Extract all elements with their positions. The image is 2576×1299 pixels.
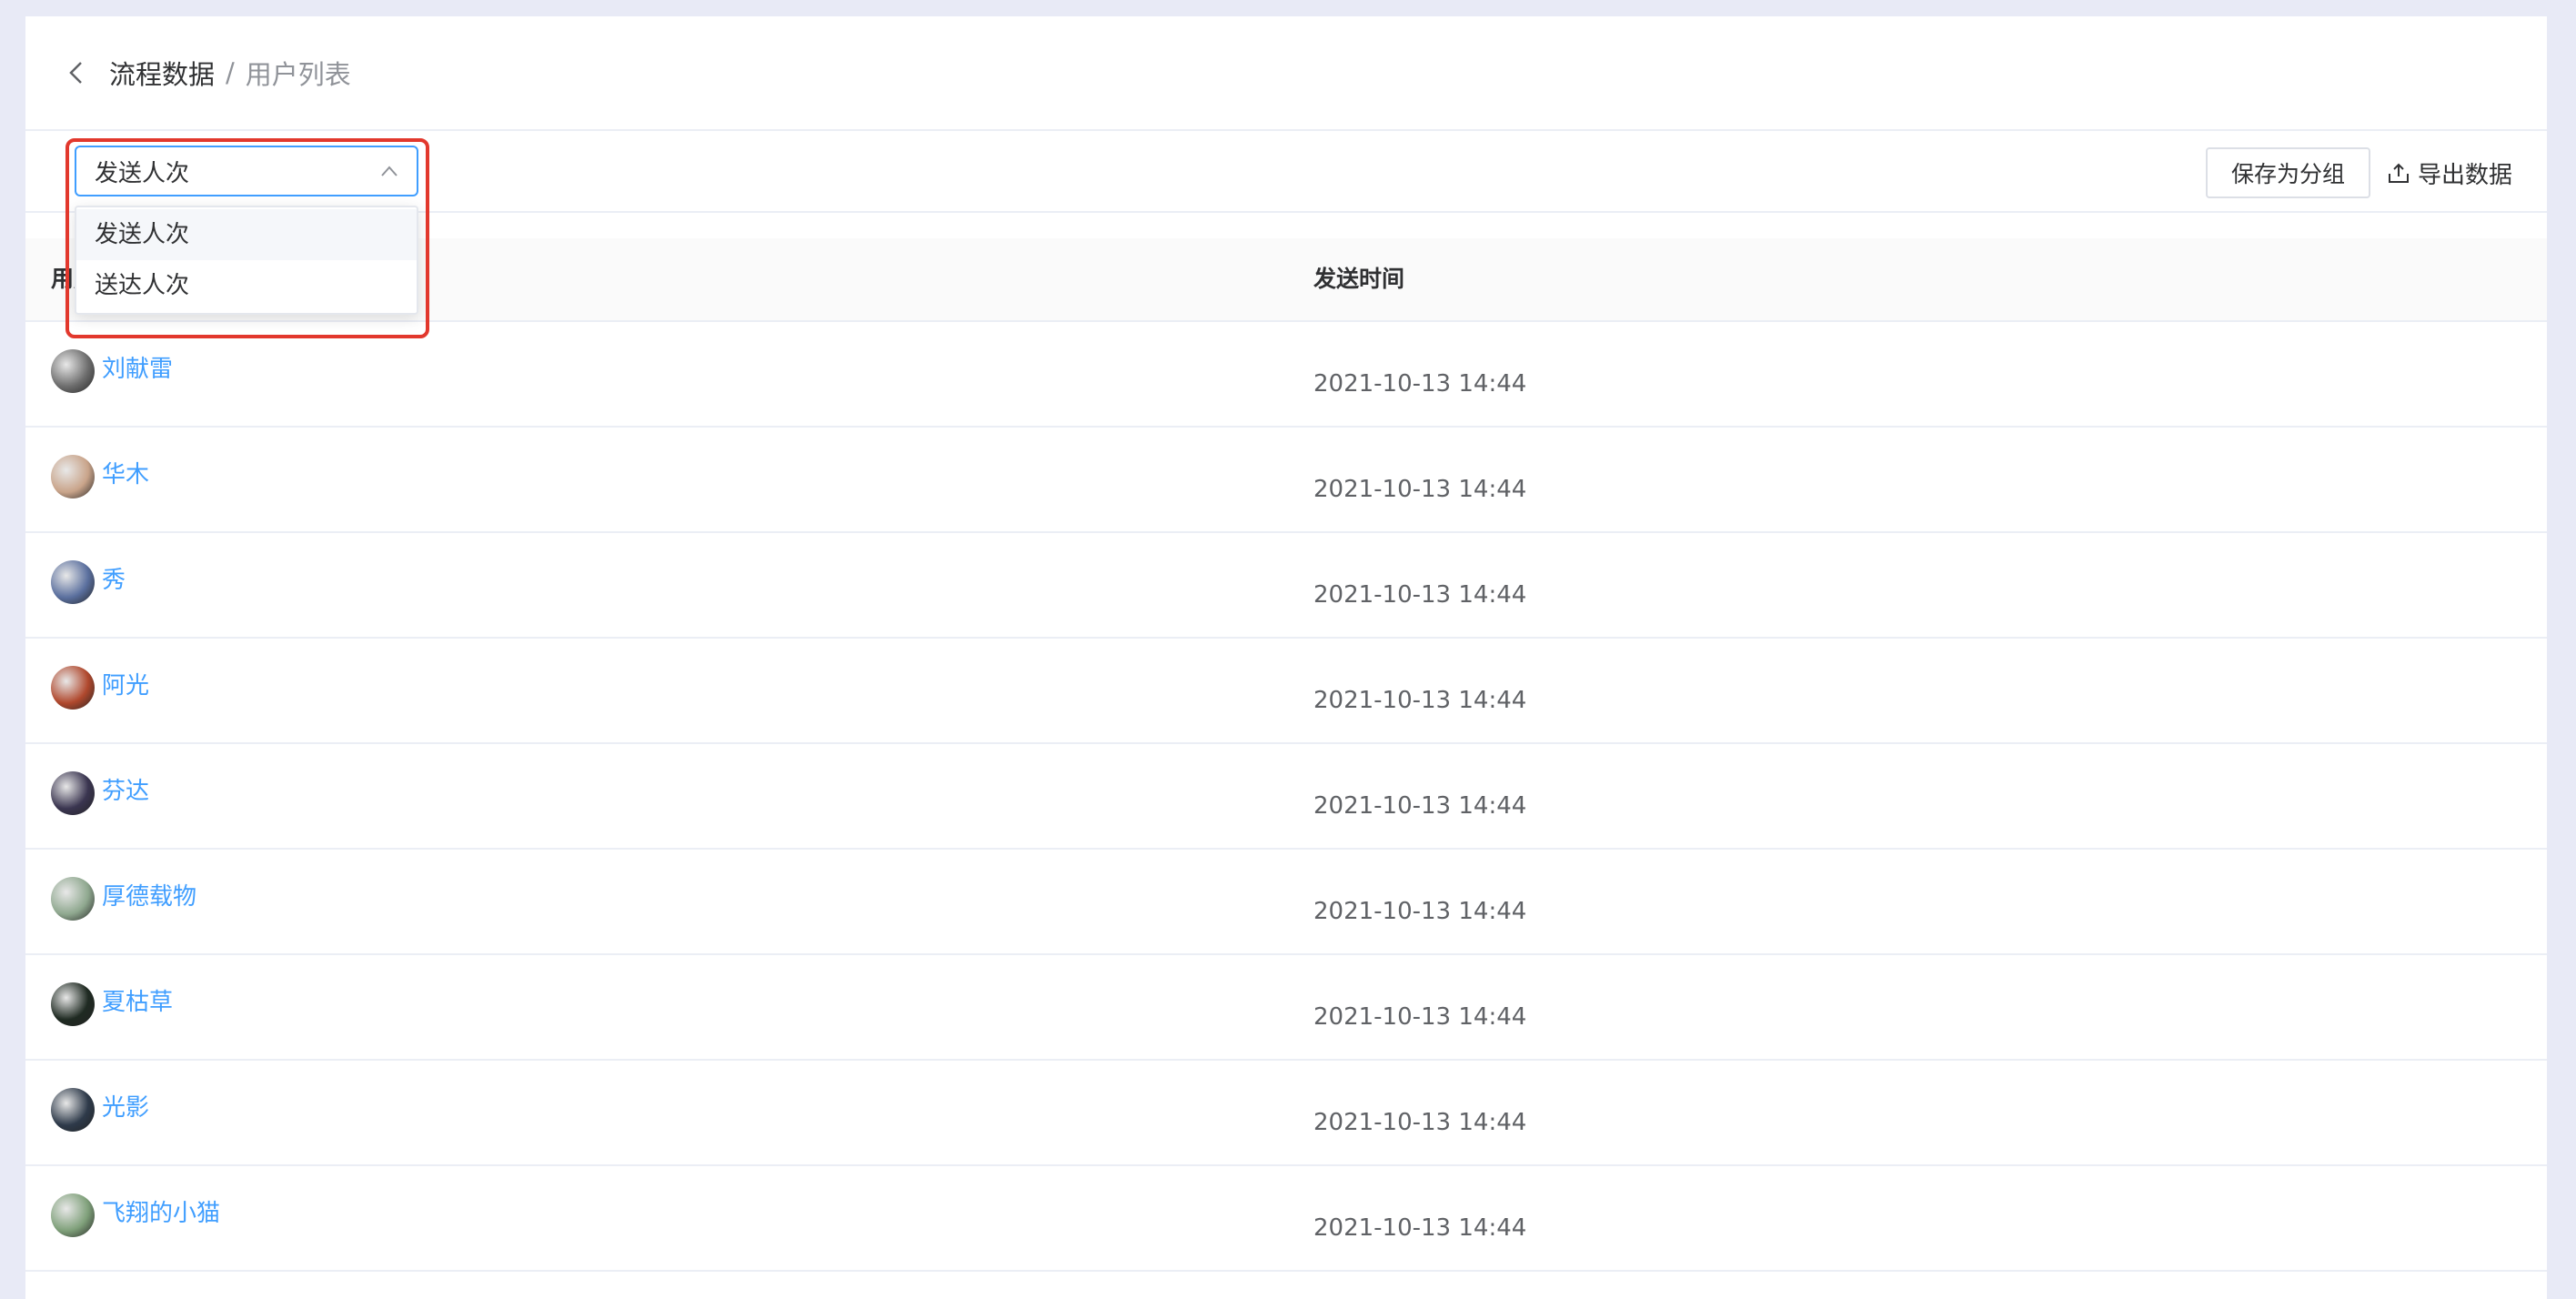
chevron-left-icon xyxy=(69,62,82,84)
avatar xyxy=(51,982,95,1026)
avatar xyxy=(51,455,95,498)
export-data-label: 导出数据 xyxy=(2417,161,2512,189)
send-time: 2021-10-13 14:44 xyxy=(1313,370,1527,398)
user-name-link[interactable]: 刘献雷 xyxy=(102,351,173,388)
send-time: 2021-10-13 14:44 xyxy=(1313,1003,1527,1031)
user-name-link[interactable]: 芬达 xyxy=(102,773,149,810)
send-time: 2021-10-13 14:44 xyxy=(1313,581,1527,609)
breadcrumb-current[interactable]: 流程数据 xyxy=(109,54,215,92)
avatar xyxy=(51,1193,95,1237)
avatar xyxy=(51,560,95,604)
table-row: 秀 2021-10-13 14:44 xyxy=(25,533,2547,639)
main-panel: 流程数据 / 用户列表 发送人次 保存为分组 导出数据 用户 发送时间 刘献雷 2… xyxy=(25,16,2547,1299)
send-time: 2021-10-13 14:44 xyxy=(1313,898,1527,925)
dropdown-option-delivered-count[interactable]: 送达人次 xyxy=(76,260,417,311)
breadcrumb-page: 用户列表 xyxy=(245,59,351,90)
table-row: 夏枯草 2021-10-13 14:44 xyxy=(25,955,2547,1061)
toolbar: 发送人次 保存为分组 导出数据 xyxy=(25,131,2547,213)
save-as-group-button[interactable]: 保存为分组 xyxy=(2205,147,2370,198)
send-time: 2021-10-13 14:44 xyxy=(1313,476,1527,503)
page-header: 流程数据 / 用户列表 xyxy=(25,16,2547,131)
chevron-up-icon xyxy=(381,166,397,176)
table-row: 阿光 2021-10-13 14:44 xyxy=(25,639,2547,744)
table-row: 华木 2021-10-13 14:44 xyxy=(25,428,2547,533)
user-table: 用户 发送时间 刘献雷 2021-10-13 14:44 华木 2021-10-13 … xyxy=(25,238,2547,1272)
user-name-link[interactable]: 秀 xyxy=(102,562,126,599)
user-name-link[interactable]: 厚德载物 xyxy=(102,879,196,915)
user-name-link[interactable]: 夏枯草 xyxy=(102,984,173,1021)
send-time: 2021-10-13 14:44 xyxy=(1313,687,1527,714)
breadcrumb-separator: / xyxy=(226,57,235,88)
send-time: 2021-10-13 14:44 xyxy=(1313,792,1527,820)
send-time: 2021-10-13 14:44 xyxy=(1313,1214,1527,1242)
metric-select-value: 发送人次 xyxy=(95,159,190,187)
table-row: 飞翔的小猫 2021-10-13 14:44 xyxy=(25,1166,2547,1272)
export-data-button[interactable]: 导出数据 xyxy=(2387,147,2512,198)
table-body: 刘献雷 2021-10-13 14:44 华木 2021-10-13 14:44 秀 20… xyxy=(25,322,2547,1272)
avatar xyxy=(51,349,95,393)
user-name-link[interactable]: 飞翔的小猫 xyxy=(102,1195,220,1232)
user-name-link[interactable]: 光影 xyxy=(102,1090,149,1126)
table-row: 光影 2021-10-13 14:44 xyxy=(25,1061,2547,1166)
send-time: 2021-10-13 14:44 xyxy=(1313,1109,1527,1136)
avatar xyxy=(51,666,95,710)
table-row: 刘献雷 2021-10-13 14:44 xyxy=(25,322,2547,428)
table-row: 厚德载物 2021-10-13 14:44 xyxy=(25,850,2547,955)
upload-icon xyxy=(2388,163,2409,183)
user-name-link[interactable]: 阿光 xyxy=(102,668,149,704)
table-row: 芬达 2021-10-13 14:44 xyxy=(25,744,2547,850)
user-name-link[interactable]: 华木 xyxy=(102,457,149,493)
dropdown-option-send-count[interactable]: 发送人次 xyxy=(76,209,417,260)
metric-dropdown: 发送人次 送达人次 xyxy=(75,206,418,315)
avatar xyxy=(51,877,95,921)
back-button[interactable] xyxy=(58,55,95,91)
avatar xyxy=(51,1088,95,1132)
column-header-send-time: 发送时间 xyxy=(1313,266,1405,292)
metric-select[interactable]: 发送人次 xyxy=(75,146,418,196)
avatar xyxy=(51,771,95,815)
